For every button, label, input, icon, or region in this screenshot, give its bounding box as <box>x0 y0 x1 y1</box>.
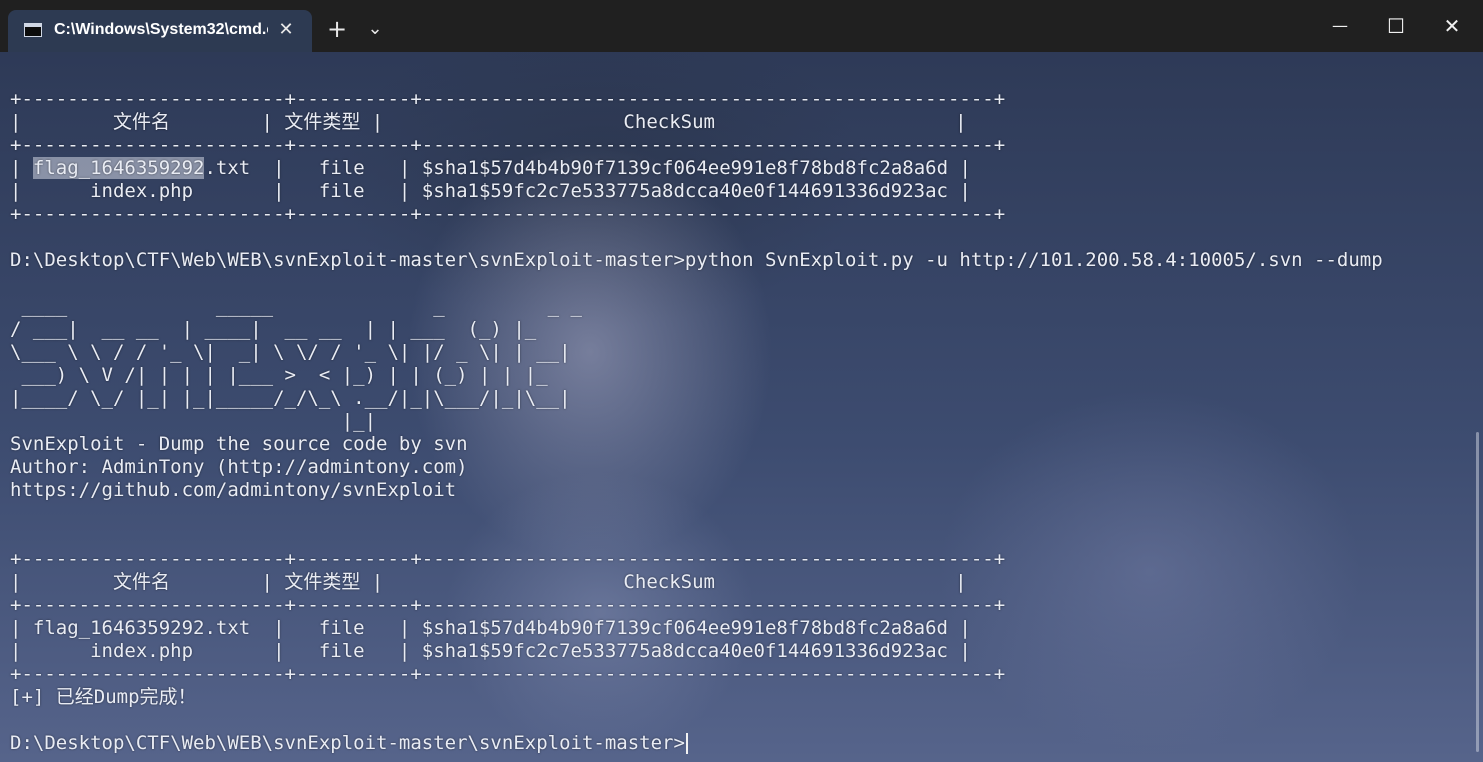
terminal-window: C:\Windows\System32\cmd.exe ✕ + ⌄ — ☐ ✕ … <box>0 0 1483 762</box>
terminal-line: D:\Desktop\CTF\Web\WEB\svnExploit-master… <box>10 249 1383 271</box>
terminal-line: ___) \ V /| | | | |___ > < |_) | | (_) |… <box>10 364 548 386</box>
maximize-button[interactable]: ☐ <box>1368 4 1424 48</box>
terminal-line: ____ _____ _ _ _ <box>10 295 582 317</box>
tab-dropdown-button[interactable]: ⌄ <box>358 12 392 46</box>
terminal-line: +-----------------------+----------+----… <box>10 663 1006 685</box>
terminal-line: \___ \ \ / / '_ \| _| \ \/ / '_ \| |/ _ … <box>10 341 571 363</box>
terminal-line: D:\Desktop\CTF\Web\WEB\svnExploit-master… <box>10 732 688 755</box>
terminal-line: | flag_1646359292.txt | file | $sha1$57d… <box>10 157 971 180</box>
terminal-line: +-----------------------+----------+----… <box>10 548 1006 570</box>
terminal-line: +-----------------------+----------+----… <box>10 88 1006 110</box>
terminal-content[interactable]: +-----------------------+----------+----… <box>0 52 1483 762</box>
terminal-line: | 文件名 | 文件类型 | CheckSum | <box>10 111 967 133</box>
line-suffix: .txt | file | $sha1$57d4b4b90f7139cf064e… <box>204 157 971 179</box>
terminal-line: | index.php | file | $sha1$59fc2c7e53377… <box>10 640 971 662</box>
terminal-line: Author: AdminTony (http://admintony.com) <box>10 456 468 478</box>
terminal-line: | flag_1646359292.txt | file | $sha1$57d… <box>10 617 971 639</box>
text-cursor <box>685 733 688 754</box>
terminal-line: [+] 已经Dump完成！ <box>10 686 197 708</box>
terminal-line: +-----------------------+----------+----… <box>10 594 1006 616</box>
terminal-line: |_| <box>10 410 377 432</box>
terminal-line: |____/ \_/ |_| |_|_____/_/\_\ .__/|_|\__… <box>10 387 571 409</box>
terminal-line: +-----------------------+----------+----… <box>10 203 1006 225</box>
terminal-line: | 文件名 | 文件类型 | CheckSum | <box>10 571 967 593</box>
terminal-line: | index.php | file | $sha1$59fc2c7e53377… <box>10 180 971 202</box>
prompt-text: D:\Desktop\CTF\Web\WEB\svnExploit-master… <box>10 732 685 754</box>
terminal-line: https://github.com/admintony/svnExploit <box>10 479 457 501</box>
line-prefix: | <box>10 157 33 179</box>
terminal-line: +-----------------------+----------+----… <box>10 134 1006 156</box>
tab-title: C:\Windows\System32\cmd.exe <box>54 21 268 38</box>
cmd-icon <box>24 23 42 37</box>
close-window-button[interactable]: ✕ <box>1424 4 1480 48</box>
scrollbar[interactable] <box>1476 432 1479 752</box>
minimize-button[interactable]: — <box>1312 4 1368 48</box>
title-bar: C:\Windows\System32\cmd.exe ✕ + ⌄ — ☐ ✕ <box>0 0 1483 52</box>
tab-cmd[interactable]: C:\Windows\System32\cmd.exe ✕ <box>8 10 312 52</box>
selected-text: flag_1646359292 <box>32 157 205 179</box>
terminal-line: / ___| __ __ | ____| __ __ | | ___ (_) |… <box>10 318 537 340</box>
close-tab-icon[interactable]: ✕ <box>274 18 298 42</box>
new-tab-button[interactable]: + <box>320 12 354 46</box>
terminal-line: SvnExploit - Dump the source code by svn <box>10 433 468 455</box>
